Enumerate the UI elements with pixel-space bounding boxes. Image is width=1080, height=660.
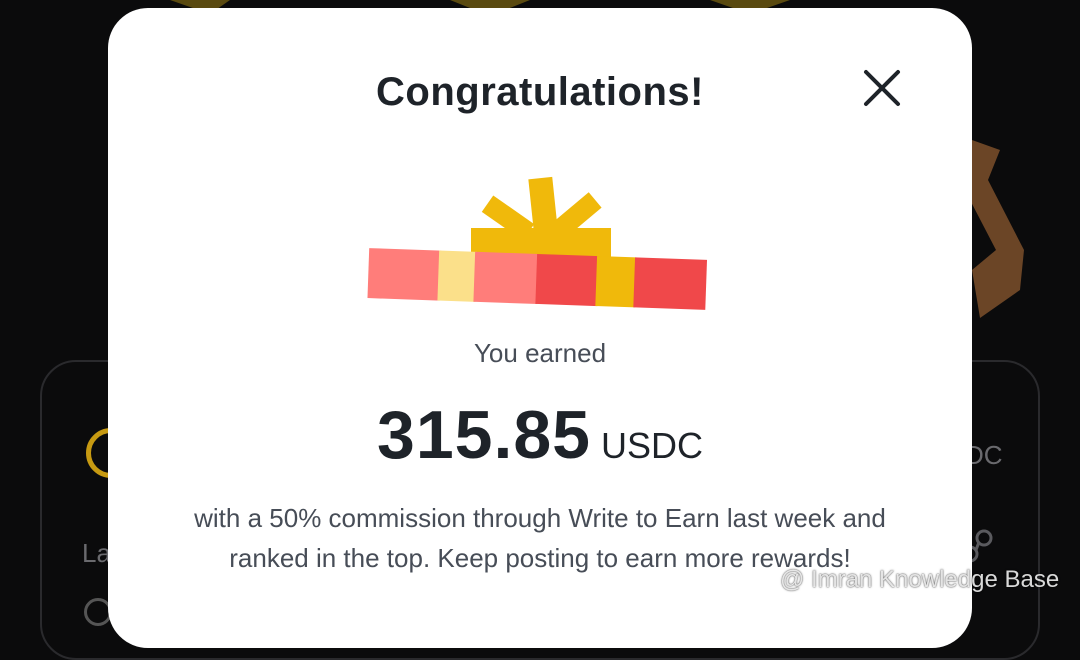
- earned-label: You earned: [473, 338, 607, 368]
- watermark-text: @ Imran Knowledge Base: [780, 566, 1060, 593]
- gift-box-icon: [367, 176, 708, 310]
- close-icon: [864, 70, 900, 106]
- close-button[interactable]: [858, 64, 906, 112]
- earned-amount: 315.85 USDC: [108, 396, 972, 474]
- amount-value: 315.85: [377, 397, 591, 473]
- congratulations-modal: Congratulations! You earned 315.85 USDC w…: [108, 8, 972, 648]
- modal-title: Congratulations!: [376, 70, 704, 114]
- watermark: @ Imran Knowledge Base: [752, 566, 1059, 594]
- amount-currency: USDC: [600, 425, 703, 466]
- background-label: La: [82, 538, 111, 568]
- watermark-logo-icon: [752, 566, 776, 590]
